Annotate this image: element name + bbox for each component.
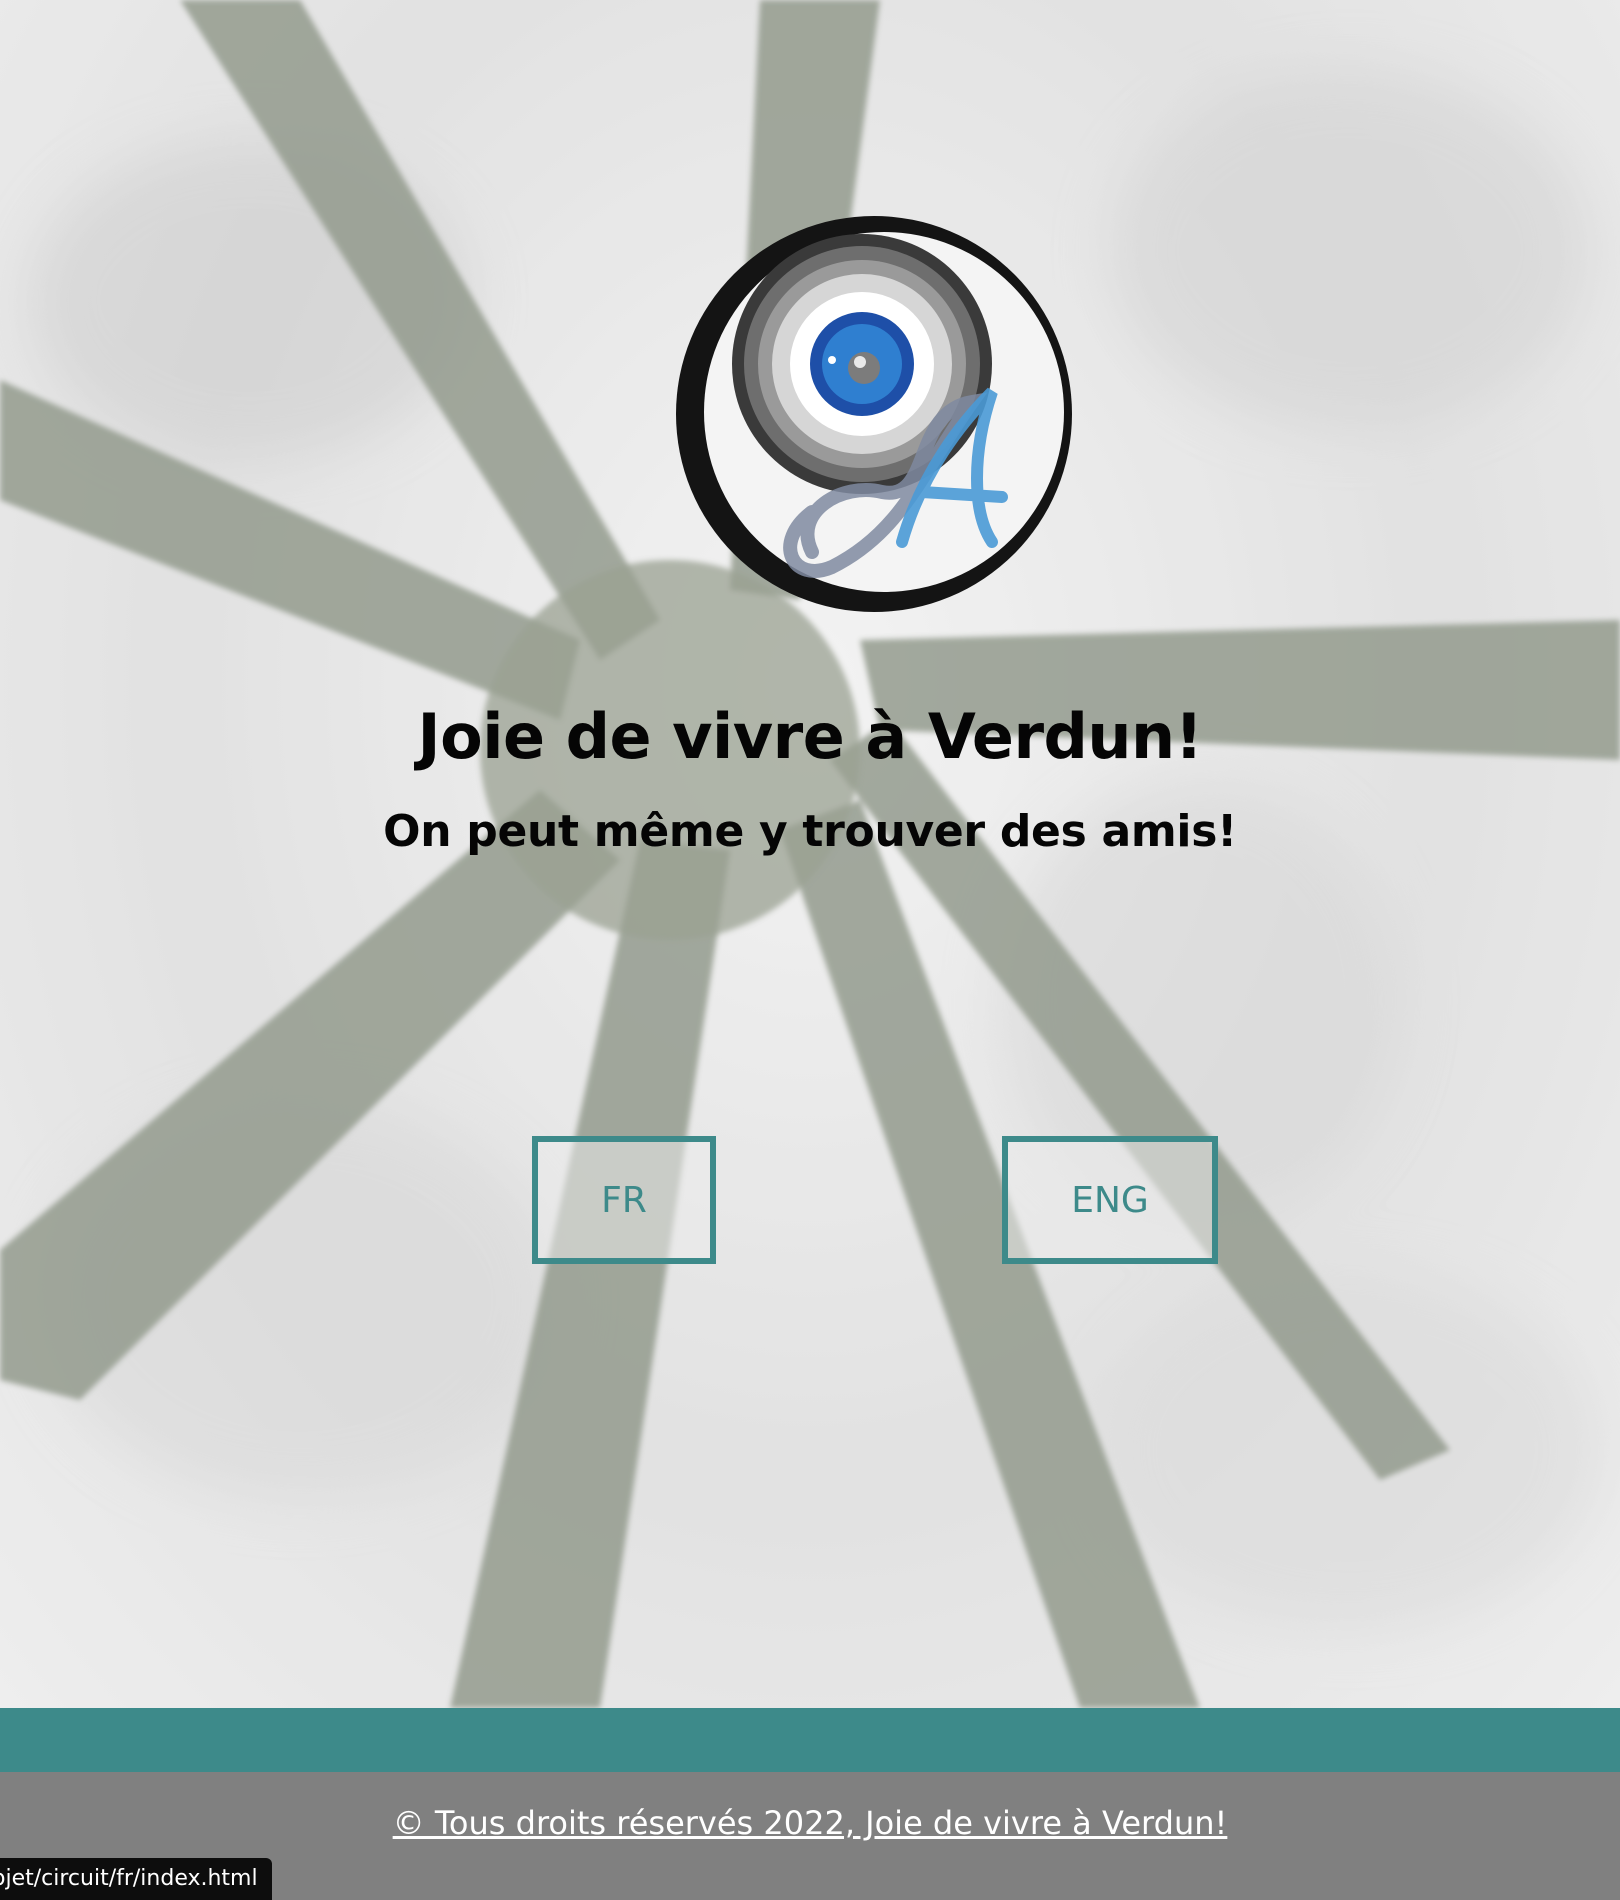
status-url-text: ojet/circuit/fr/index.html: [0, 1866, 258, 1891]
copyright-link[interactable]: © Tous droits réservés 2022, Joie de viv…: [0, 1804, 1620, 1842]
hero-section: Joie de vivre à Verdun! On peut même y t…: [0, 0, 1620, 1708]
site-logo: [676, 216, 1072, 612]
status-bar-url: ojet/circuit/fr/index.html: [0, 1858, 272, 1900]
language-fr-button[interactable]: FR: [532, 1136, 716, 1264]
page-title: Joie de vivre à Verdun!: [417, 700, 1203, 773]
page-subtitle: On peut même y trouver des amis!: [383, 806, 1237, 857]
footer-accent-band: [0, 1708, 1620, 1772]
language-eng-button[interactable]: ENG: [1002, 1136, 1218, 1264]
